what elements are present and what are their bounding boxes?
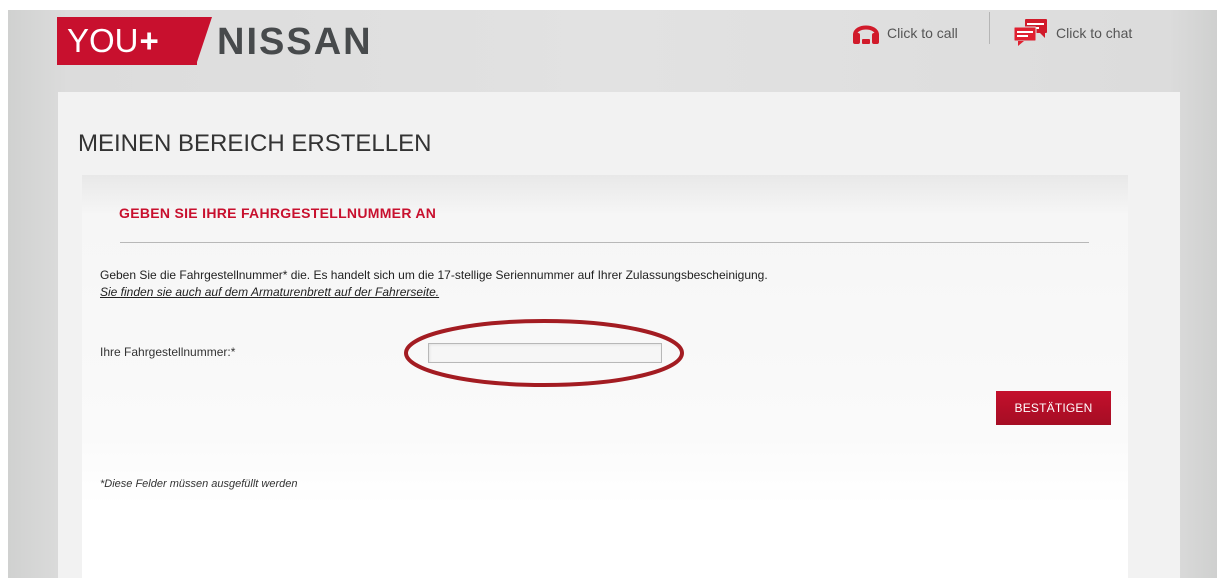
confirm-button[interactable]: BESTÄTIGEN bbox=[996, 391, 1111, 425]
dashboard-location-link[interactable]: Sie finden sie auch auf dem Armaturenbre… bbox=[100, 285, 439, 299]
click-to-chat-label: Click to chat bbox=[1056, 25, 1133, 41]
section-divider bbox=[120, 242, 1089, 243]
logo-you-plus-badge: YOU+ bbox=[57, 17, 197, 65]
click-to-call-label: Click to call bbox=[887, 25, 958, 41]
vin-input[interactable] bbox=[428, 343, 662, 363]
page-title: MEINEN BEREICH ERSTELLEN bbox=[78, 130, 432, 157]
instruction-text: Geben Sie die Fahrgestellnummer* die. Es… bbox=[100, 268, 768, 282]
vin-label: Ihre Fahrgestellnummer:* bbox=[100, 345, 236, 359]
logo-plus-text: + bbox=[139, 22, 159, 59]
click-to-chat-link[interactable]: Click to chat bbox=[1012, 18, 1132, 48]
logo-you-text: YOU bbox=[67, 22, 139, 59]
section-title: GEBEN SIE IHRE FAHRGESTELLNUMMER AN bbox=[119, 205, 437, 221]
click-to-call-link[interactable]: Click to call bbox=[851, 18, 958, 48]
content-panel: MEINEN BEREICH ERSTELLEN GEBEN SIE IHRE … bbox=[58, 92, 1180, 578]
headset-icon bbox=[853, 25, 879, 44]
vin-form: GEBEN SIE IHRE FAHRGESTELLNUMMER AN Gebe… bbox=[82, 175, 1128, 578]
chat-bubbles-icon bbox=[1013, 19, 1047, 46]
logo-notch bbox=[196, 17, 212, 65]
header-divider bbox=[989, 12, 990, 44]
logo-nissan-text: NISSAN bbox=[217, 21, 373, 63]
required-fields-note: *Diese Felder müssen ausgefüllt werden bbox=[100, 478, 298, 490]
page-background: YOU+ NISSAN Click to call Click to chat … bbox=[8, 10, 1217, 578]
